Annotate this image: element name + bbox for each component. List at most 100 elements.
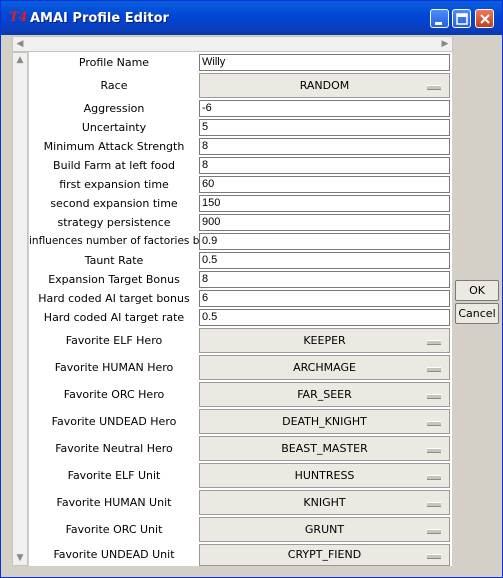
field-label: Race	[100, 79, 128, 92]
form-row: Favorite Neutral Hero BEAST_MASTER	[29, 436, 452, 461]
form-row: Uncertainty 5	[29, 119, 452, 136]
field-label: Taunt Rate	[84, 254, 144, 267]
favorite-human-unit-select[interactable]: KNIGHT	[199, 490, 450, 515]
select-value: RANDOM	[299, 79, 350, 92]
field-label: Favorite HUMAN Hero	[54, 361, 174, 374]
dropdown-icon	[427, 339, 441, 345]
profile-editor-window: T4 AMAI Profile Editor ◀ ▶ ▲ ▼ Profile N…	[0, 0, 503, 578]
field-label: Build Farm at left food	[53, 159, 175, 172]
field-label: Hard coded AI target rate	[43, 311, 185, 324]
field-label: Aggression	[83, 102, 145, 115]
form-row: Minimum Attack Strength 8	[29, 138, 452, 155]
scroll-right-icon[interactable]: ▶	[438, 37, 452, 51]
field-label: Favorite Neutral Hero	[55, 442, 173, 455]
form-row: Taunt Rate 0.5	[29, 252, 452, 269]
field-label: influences number of factories built	[29, 235, 216, 247]
dropdown-icon	[427, 474, 441, 480]
favorite-undead-unit-select[interactable]: CRYPT_FIEND	[199, 544, 450, 566]
close-icon	[480, 14, 490, 24]
favorite-human-hero-select[interactable]: ARCHMAGE	[199, 355, 450, 380]
field-label: first expansion time	[59, 178, 169, 191]
field-label: Favorite UNDEAD Unit	[53, 548, 175, 561]
ai-target-rate-input[interactable]: 0.5	[199, 309, 450, 326]
favorite-neutral-hero-select[interactable]: BEAST_MASTER	[199, 436, 450, 461]
field-label: Favorite ORC Unit	[65, 523, 163, 536]
form-row: first expansion time 60	[29, 176, 452, 193]
field-label: Favorite UNDEAD Hero	[51, 415, 177, 428]
build-farm-input[interactable]: 8	[199, 157, 450, 174]
dropdown-icon	[427, 447, 441, 453]
uncertainty-input[interactable]: 5	[199, 119, 450, 136]
form-row-race: Race RANDOM	[29, 73, 452, 98]
field-label: second expansion time	[50, 197, 178, 210]
favorite-orc-unit-select[interactable]: GRUNT	[199, 517, 450, 542]
form-row: strategy persistence 900	[29, 214, 452, 231]
race-select[interactable]: RANDOM	[199, 73, 450, 98]
dropdown-icon	[427, 393, 441, 399]
form-row: Expansion Target Bonus 8	[29, 271, 452, 288]
form-row: Favorite UNDEAD Unit CRYPT_FIEND	[29, 544, 452, 566]
maximize-icon	[456, 13, 468, 25]
field-label: Minimum Attack Strength	[43, 140, 185, 153]
select-value: GRUNT	[304, 523, 345, 536]
form-row: Favorite HUMAN Unit KNIGHT	[29, 490, 452, 515]
select-value: KNIGHT	[303, 496, 346, 509]
form-row: second expansion time 150	[29, 195, 452, 212]
taunt-rate-input[interactable]: 0.5	[199, 252, 450, 269]
app-icon: T4	[9, 10, 28, 25]
cancel-button[interactable]: Cancel	[455, 303, 499, 324]
select-value: CRYPT_FIEND	[287, 548, 362, 561]
profile-name-input[interactable]: Willy	[199, 54, 450, 71]
field-label: Favorite ELF Unit	[67, 469, 161, 482]
window-title: AMAI Profile Editor	[30, 11, 169, 26]
strategy-persistence-input[interactable]: 900	[199, 214, 450, 231]
select-value: KEEPER	[303, 334, 346, 347]
field-label: Favorite HUMAN Unit	[56, 496, 172, 509]
field-label: Expansion Target Bonus	[48, 273, 180, 286]
select-value: ARCHMAGE	[293, 361, 356, 374]
first-expansion-time-input[interactable]: 60	[199, 176, 450, 193]
dropdown-icon	[427, 84, 441, 90]
profile-form: Profile Name Willy Race RANDOM Aggressio…	[29, 52, 452, 566]
vertical-scrollbar[interactable]: ▲ ▼	[12, 52, 28, 566]
dropdown-icon	[427, 554, 441, 559]
select-value: FAR_SEER	[297, 388, 352, 401]
field-label: Hard coded AI target bonus	[38, 292, 190, 305]
favorite-elf-unit-select[interactable]: HUNTRESS	[199, 463, 450, 488]
form-row: influences number of factories built 0.9	[29, 233, 452, 250]
field-label: strategy persistence	[57, 216, 171, 229]
form-row: Favorite ORC Hero FAR_SEER	[29, 382, 452, 407]
dropdown-icon	[427, 528, 441, 534]
favorite-undead-hero-select[interactable]: DEATH_KNIGHT	[199, 409, 450, 434]
close-button[interactable]	[475, 9, 494, 28]
aggression-input[interactable]: -6	[199, 100, 450, 117]
form-row-profile-name: Profile Name Willy	[29, 54, 452, 71]
scroll-left-icon[interactable]: ◀	[13, 37, 27, 51]
scroll-up-icon[interactable]: ▲	[13, 53, 27, 67]
second-expansion-time-input[interactable]: 150	[199, 195, 450, 212]
field-label: Profile Name	[78, 56, 150, 69]
form-row: Build Farm at left food 8	[29, 157, 452, 174]
form-row: Favorite ORC Unit GRUNT	[29, 517, 452, 542]
dropdown-icon	[427, 501, 441, 507]
select-value: BEAST_MASTER	[281, 442, 368, 455]
client-area: ◀ ▶ ▲ ▼ Profile Name Willy Race RANDOM A…	[4, 35, 499, 575]
expansion-target-bonus-input[interactable]: 8	[199, 271, 450, 288]
scroll-down-icon[interactable]: ▼	[13, 551, 27, 565]
ai-target-bonus-input[interactable]: 6	[199, 290, 450, 307]
minimize-icon	[435, 22, 442, 25]
form-row: Favorite ELF Hero KEEPER	[29, 328, 452, 353]
horizontal-scrollbar[interactable]: ◀ ▶	[12, 36, 453, 52]
favorite-orc-hero-select[interactable]: FAR_SEER	[199, 382, 450, 407]
form-row: Hard coded AI target rate 0.5	[29, 309, 452, 326]
min-attack-strength-input[interactable]: 8	[199, 138, 450, 155]
maximize-button[interactable]	[452, 9, 471, 28]
favorite-elf-hero-select[interactable]: KEEPER	[199, 328, 450, 353]
minimize-button[interactable]	[430, 9, 449, 28]
field-label: Favorite ORC Hero	[63, 388, 165, 401]
field-label: Favorite ELF Hero	[65, 334, 163, 347]
field-label: Uncertainty	[81, 121, 147, 134]
ok-button[interactable]: OK	[455, 280, 499, 301]
factories-influence-input[interactable]: 0.9	[199, 233, 450, 250]
title-bar[interactable]: T4 AMAI Profile Editor	[1, 1, 502, 35]
